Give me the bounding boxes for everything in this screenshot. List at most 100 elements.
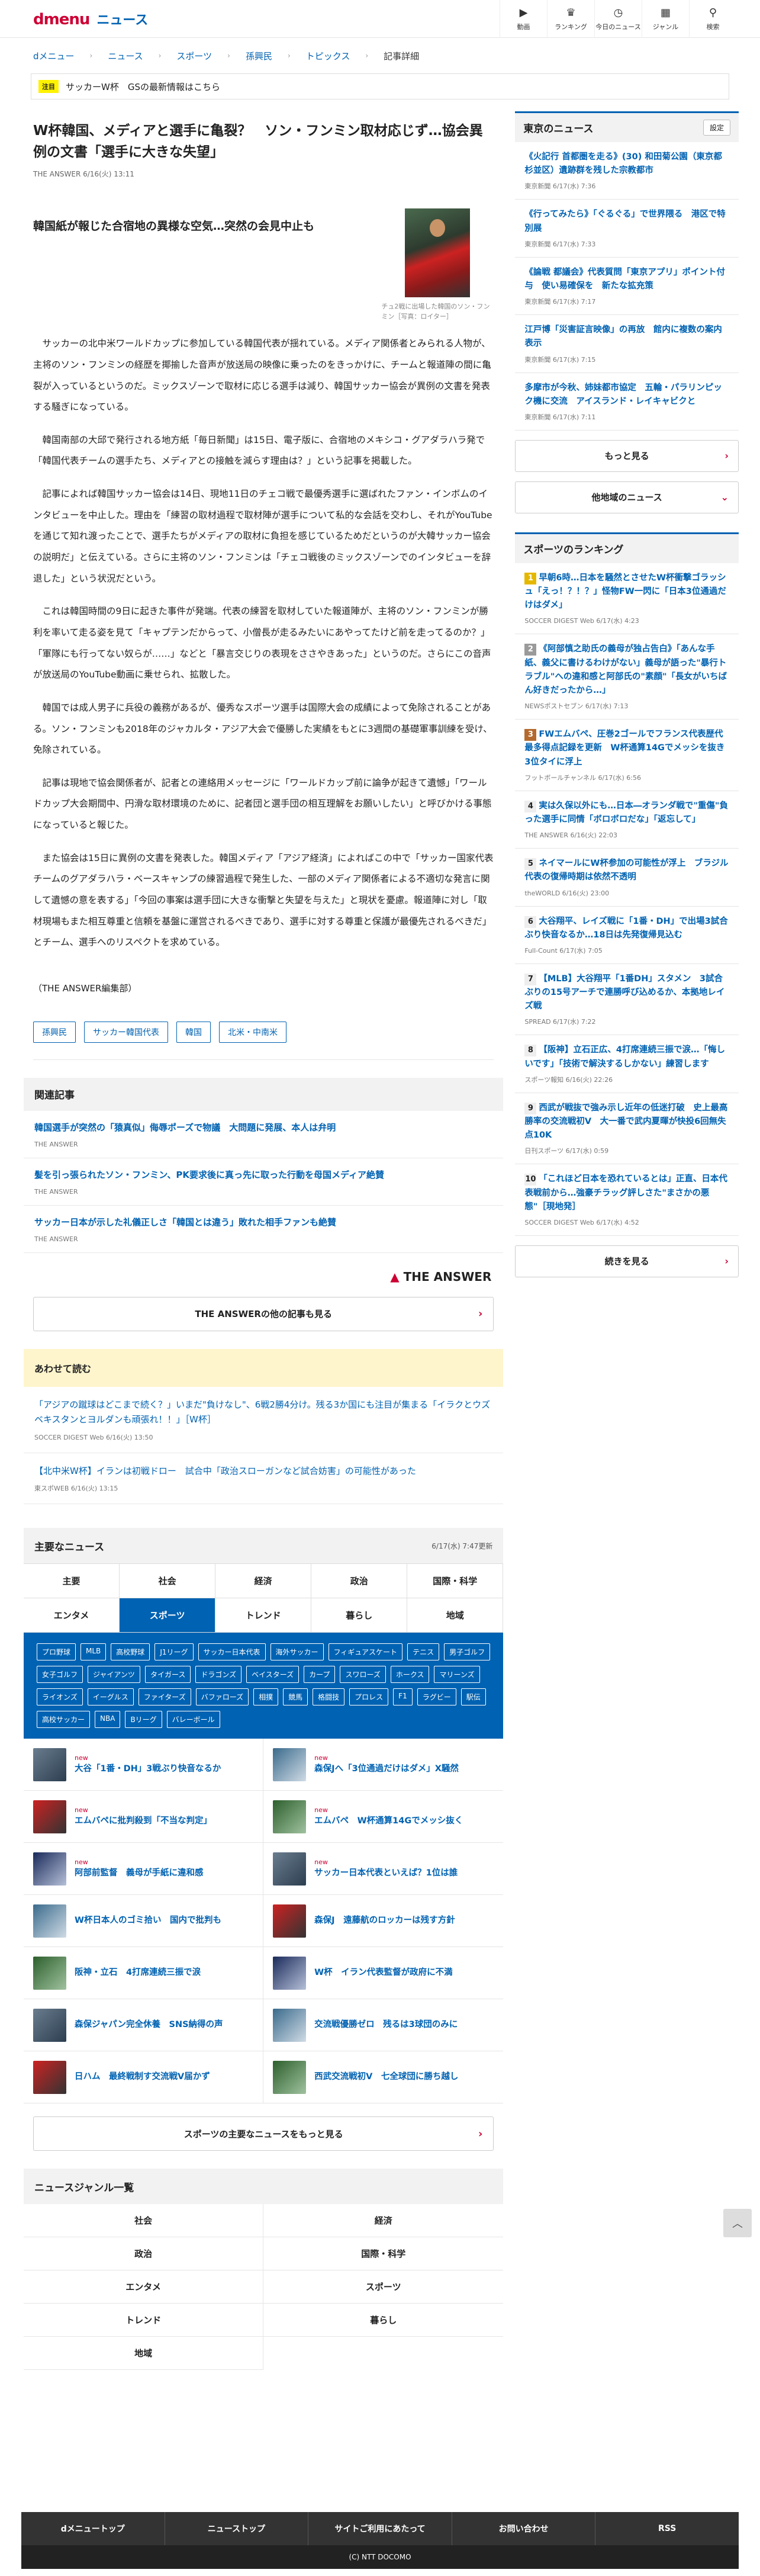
major-news-item[interactable]: 日ハム 最終戦制す交流戦V届かず (24, 2051, 264, 2104)
ranking-title[interactable]: 《阿部慎之助氏の義母が独占告白》「あんな手紙、義父に書けるわけがない」義母が語っ… (524, 644, 727, 695)
category-tab[interactable]: エンタメ (24, 1598, 120, 1633)
subcategory-chip[interactable]: フィギュアスケート (328, 1643, 403, 1661)
related-item[interactable]: 髪を引っ張られたソン・フンミン、PK要求後に真っ先に取った行動を母国メディア絶賛… (24, 1158, 504, 1206)
ranking-item[interactable]: 10 「これほど日本を恐れているとは」正直、日本代表戦前から…強豪チラッグ評しさた… (515, 1164, 739, 1236)
ranking-item[interactable]: 2 《阿部慎之助氏の義母が独占告白》「あんな手紙、義父に書けるわけがない」義母が語… (515, 634, 739, 720)
also-read-title[interactable]: 【北中米W杯】イランは初戦ドロー 試合中「政治スローガンなど試合妨害」の可能性が… (34, 1464, 492, 1479)
tokyo-news-item[interactable]: 《論戦 都議会》代表質問「東京アプリ」ポイント付与 使い易確保を 新たな拡充策東… (515, 258, 739, 316)
subcategory-chip[interactable]: 男子ゴルフ (444, 1643, 491, 1661)
subcategory-chip[interactable]: バファローズ (195, 1688, 249, 1706)
major-news-title[interactable]: 交流戦優勝ゼロ 残るは3球団のみに (314, 2020, 458, 2029)
news-thumbnail[interactable] (273, 2060, 307, 2094)
footer-nav-link[interactable]: dメニュートップ (21, 2512, 165, 2545)
category-tab[interactable]: スポーツ (120, 1598, 216, 1633)
subcategory-chip[interactable]: 高校野球 (111, 1643, 150, 1661)
attention-banner[interactable]: 注目 サッカーW杯 GSの最新情報はこちら (31, 73, 729, 99)
subcategory-chip[interactable]: ドラゴンズ (195, 1666, 242, 1684)
ranking-text[interactable]: 1 早朝6時…日本を騒然とさせたW杯衝撃ゴラッシュ「えっ！？！？」怪物FW一閃に「… (524, 571, 729, 613)
category-tab[interactable]: トレンド (215, 1598, 312, 1633)
major-news-item[interactable]: W杯日本人のゴミ拾い 国内で批判も (24, 1895, 264, 1948)
ranking-text[interactable]: 6 大谷翔平、レイズ戦に「1番・DH」で出場3試合ぶり快音なるか…18日は先発復帰… (524, 915, 729, 942)
ranking-item[interactable]: 4 実は久保以外にも…日本―オランダ戦で"重傷"負った選手に同情「ボロボロだな」「… (515, 791, 739, 849)
subcategory-chip[interactable]: 競馬 (283, 1688, 308, 1706)
major-news-text[interactable]: W杯日本人のゴミ拾い 国内で批判も (75, 1915, 221, 1928)
player-photo[interactable] (405, 208, 471, 298)
genre-link[interactable]: 暮らし (263, 2304, 504, 2337)
category-tab[interactable]: 主要 (24, 1564, 120, 1599)
tokyo-news-title[interactable]: 《行ってみたら》「ぐるぐる」で世界隈る 港区で特別展 (524, 208, 729, 235)
subcategory-chip[interactable]: NBA (95, 1711, 121, 1729)
ranking-item[interactable]: 6 大谷翔平、レイズ戦に「1番・DH」で出場3試合ぶり快音なるか…18日は先発復帰… (515, 907, 739, 964)
ranking-item[interactable]: 5 ネイマールにW杯参加の可能性が浮上 ブラジル代表の復帰時期は依然不透明 theW… (515, 849, 739, 907)
category-tab[interactable]: 地域 (407, 1598, 504, 1633)
major-news-title[interactable]: エムバペ W杯通算14Gでメッシ抜く (314, 1816, 463, 1826)
ranking-title[interactable]: 【阪神】立石正広、4打席連続三振で涙…「悔しいです」「技術で解決するしかない」練… (524, 1045, 725, 1068)
related-item[interactable]: 韓国選手が突然の「猿真似」侮辱ポーズで物議 大問題に発展、本人は弁明 THE AN… (24, 1111, 504, 1158)
site-logo[interactable]: dmenu ニュース (33, 9, 148, 28)
more-the-answer-button[interactable]: THE ANSWERの他の記事も見る › (33, 1296, 494, 1331)
related-item[interactable]: サッカー日本が示した礼儀正しさ「韓国とは違う」敗れた相手ファンも絶賛 THE AN… (24, 1206, 504, 1253)
major-news-item[interactable]: new サッカー日本代表といえば？1位は誰 (263, 1843, 504, 1896)
category-tab[interactable]: 国際・科学 (407, 1564, 504, 1599)
subcategory-chip[interactable]: 相撲 (253, 1688, 279, 1706)
ranking-item[interactable]: 9 西武が戦抜で強み示し近年の低迷打破 史上最高勝率の交流戦初V 大一番で武内夏暉… (515, 1093, 739, 1165)
page-top-button[interactable]: ︿ (723, 2209, 752, 2237)
subcategory-chip[interactable]: J1リーグ (154, 1643, 194, 1661)
subcategory-chip[interactable]: 格闘技 (313, 1688, 345, 1706)
major-news-item[interactable]: new 森保Jへ「3位通過だけはダメ」X騒然 (263, 1739, 504, 1791)
news-thumbnail[interactable] (33, 1748, 66, 1781)
also-read-item[interactable]: 【北中米W杯】イランは初戦ドロー 試合中「政治スローガンなど試合妨害」の可能性が… (24, 1453, 504, 1505)
subcategory-chip[interactable]: テニス (407, 1643, 440, 1661)
header-video-button[interactable]: ▶ 動画 (500, 0, 547, 38)
news-thumbnail[interactable] (273, 1904, 307, 1938)
major-news-item[interactable]: 西武交流戦初V 七全球団に勝ち越し (263, 2051, 504, 2104)
subcategory-chip[interactable]: カープ (304, 1666, 336, 1684)
news-thumbnail[interactable] (273, 1748, 307, 1781)
subcategory-chip[interactable]: 海外サッカー (270, 1643, 324, 1661)
topic-tag[interactable]: サッカー韓国代表 (84, 1021, 168, 1043)
genre-link[interactable]: 地域 (24, 2337, 264, 2371)
ranking-text[interactable]: 9 西武が戦抜で強み示し近年の低迷打破 史上最高勝率の交流戦初V 大一番で武内夏暉… (524, 1101, 729, 1143)
footer-nav-link[interactable]: お問い合わせ (452, 2512, 596, 2545)
ranking-title[interactable]: ネイマールにW杯参加の可能性が浮上 ブラジル代表の復帰時期は依然不透明 (524, 859, 728, 882)
major-news-item[interactable]: 森保ジャパン完全休養 SNS納得の声 (24, 1999, 264, 2052)
settings-button[interactable]: 設定 (703, 120, 730, 136)
subcategory-chip[interactable]: 駅伝 (460, 1688, 486, 1706)
major-news-title[interactable]: W杯 イラン代表監督が政府に不満 (314, 1968, 453, 1977)
ranking-title[interactable]: 早朝6時…日本を騒然とさせたW杯衝撃ゴラッシュ「えっ！？！？」怪物FW一閃に「日… (524, 573, 726, 610)
subcategory-chip[interactable]: タイガース (144, 1666, 191, 1684)
ranking-item[interactable]: 8 【阪神】立石正広、4打席連続三振で涙…「悔しいです」「技術で解決するしかない」… (515, 1035, 739, 1093)
footer-nav-link[interactable]: ニューストップ (165, 2512, 309, 2545)
major-news-text[interactable]: W杯 イラン代表監督が政府に不満 (314, 1967, 453, 1980)
major-news-title[interactable]: 大谷「1番・DH」3戦ぶり快音なるか (75, 1764, 221, 1774)
tokyo-news-title[interactable]: 《論戦 都議会》代表質問「東京アプリ」ポイント付与 使い易確保を 新たな拡充策 (524, 266, 729, 293)
also-read-item[interactable]: 「アジアの蹴球はどこまで続く？」いまだ"負けなし"、6戦2勝4分け。残る3か国に… (24, 1387, 504, 1453)
tokyo-news-item[interactable]: 多摩市が今秋、姉妹都市協定 五輪・パラリンピック機に交流 アイスランド・レイキャ… (515, 373, 739, 431)
major-news-title[interactable]: 阿部前監督 義母が手紙に違和感 (75, 1868, 204, 1878)
genre-link[interactable]: 経済 (263, 2204, 504, 2238)
header-clock-button[interactable]: ◷ 今日のニュース (594, 0, 642, 38)
subcategory-chip[interactable]: ファイターズ (138, 1688, 191, 1706)
article-photo[interactable]: チュ2戦に出場した韓国のソン・フンミン［写真：ロイター］ (381, 208, 494, 322)
ranking-title[interactable]: 西武が戦抜で強み示し近年の低迷打破 史上最高勝率の交流戦初V 大一番で武内夏暉が… (524, 1103, 727, 1140)
news-thumbnail[interactable] (273, 2008, 307, 2042)
news-thumbnail[interactable] (273, 1852, 307, 1886)
category-tab[interactable]: 経済 (215, 1564, 312, 1599)
related-title[interactable]: 髪を引っ張られたソン・フンミン、PK要求後に真っ先に取った行動を母国メディア絶賛 (34, 1168, 492, 1182)
tokyo-more-button[interactable]: もっと見る › (515, 439, 739, 472)
ranking-more-button[interactable]: 続きを見る › (515, 1245, 739, 1277)
subcategory-chip[interactable]: バレーボール (166, 1711, 220, 1729)
ranking-item[interactable]: 7 【MLB】大谷翔平「1番DH」スタメン 3試合ぶりの15号アーチで連勝呼び込め… (515, 964, 739, 1036)
genre-link[interactable]: 政治 (24, 2237, 264, 2271)
subcategory-chip[interactable]: サッカー日本代表 (198, 1643, 266, 1661)
tokyo-news-item[interactable]: 江戸博「災害証言映像」の再放 館内に複数の案内表示 東京新聞 6/17(水) 7:… (515, 315, 739, 373)
header-ranking-button[interactable]: ♛ ランキング (547, 0, 594, 38)
genre-link[interactable]: エンタメ (24, 2270, 264, 2304)
ranking-text[interactable]: 7 【MLB】大谷翔平「1番DH」スタメン 3試合ぶりの15号アーチで連勝呼び込め… (524, 972, 729, 1014)
genre-link[interactable]: スポーツ (263, 2270, 504, 2304)
related-title[interactable]: 韓国選手が突然の「猿真似」侮辱ポーズで物議 大問題に発展、本人は弁明 (34, 1120, 492, 1135)
major-news-text[interactable]: 西武交流戦初V 七全球団に勝ち越し (314, 2071, 458, 2084)
news-thumbnail[interactable] (33, 1852, 66, 1886)
subcategory-chip[interactable]: ベイスターズ (246, 1666, 300, 1684)
ranking-title[interactable]: 大谷翔平、レイズ戦に「1番・DH」で出場3試合ぶり快音なるか…18日は先発復帰見… (524, 917, 727, 940)
